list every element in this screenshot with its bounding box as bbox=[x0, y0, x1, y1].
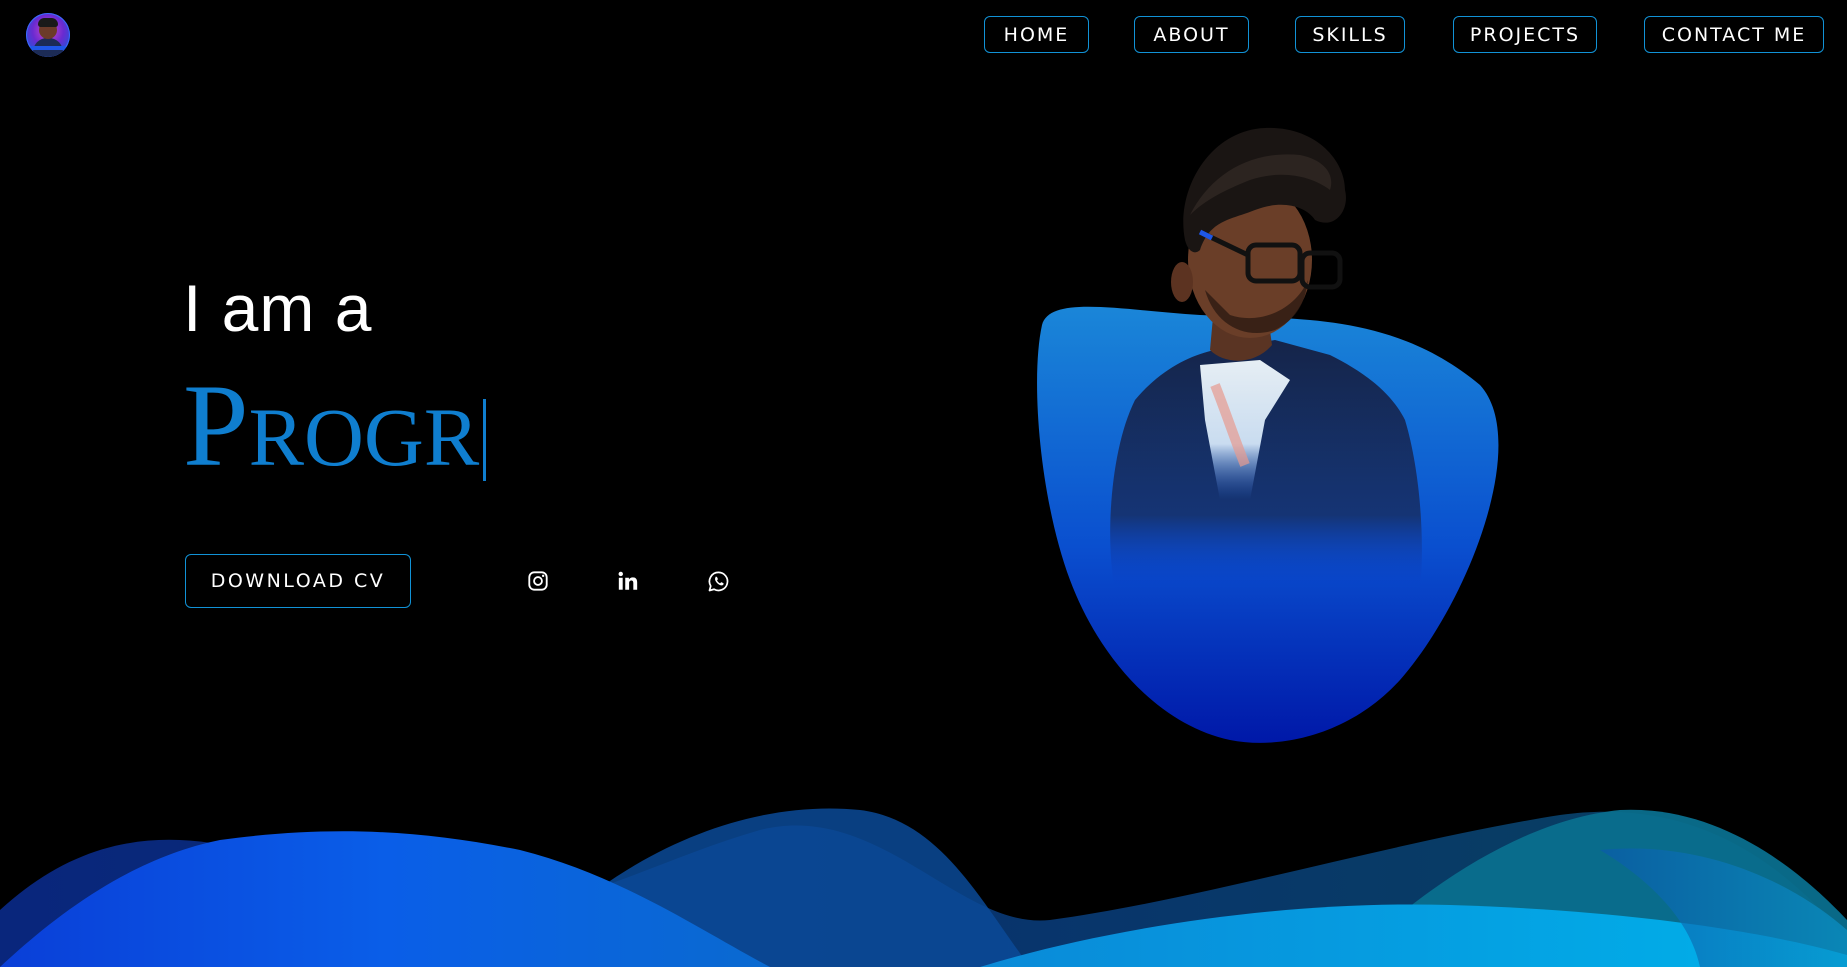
whatsapp-icon bbox=[708, 571, 728, 591]
instagram-link[interactable] bbox=[525, 568, 551, 594]
typed-heading: Progr bbox=[183, 355, 487, 491]
logo-hair bbox=[38, 18, 58, 27]
page: HOME ABOUT SKILLS PROJECTS CONTACT ME I … bbox=[0, 0, 1847, 967]
typing-caret bbox=[483, 399, 487, 481]
portrait-illustration bbox=[1037, 127, 1499, 743]
whatsapp-link[interactable] bbox=[705, 568, 731, 594]
linkedin-link[interactable] bbox=[615, 568, 641, 594]
nav-projects-button[interactable]: PROJECTS bbox=[1453, 16, 1597, 53]
portrait-container bbox=[1010, 120, 1530, 760]
instagram-icon bbox=[528, 571, 548, 591]
typed-role-text: Progr bbox=[183, 360, 480, 491]
logo-avatar[interactable] bbox=[26, 13, 70, 57]
linkedin-icon bbox=[618, 571, 638, 590]
hero-intro: I am a bbox=[183, 271, 373, 345]
nav-skills-button[interactable]: SKILLS bbox=[1295, 16, 1405, 53]
logo-band bbox=[30, 46, 66, 50]
top-nav: HOME ABOUT SKILLS PROJECTS CONTACT ME bbox=[984, 16, 1824, 56]
nav-about-button[interactable]: ABOUT bbox=[1134, 16, 1249, 53]
nav-contact-button[interactable]: CONTACT ME bbox=[1644, 16, 1824, 53]
decorative-waves bbox=[0, 808, 1847, 967]
download-cv-button[interactable]: DOWNLOAD CV bbox=[185, 554, 411, 608]
nav-home-button[interactable]: HOME bbox=[984, 16, 1089, 53]
